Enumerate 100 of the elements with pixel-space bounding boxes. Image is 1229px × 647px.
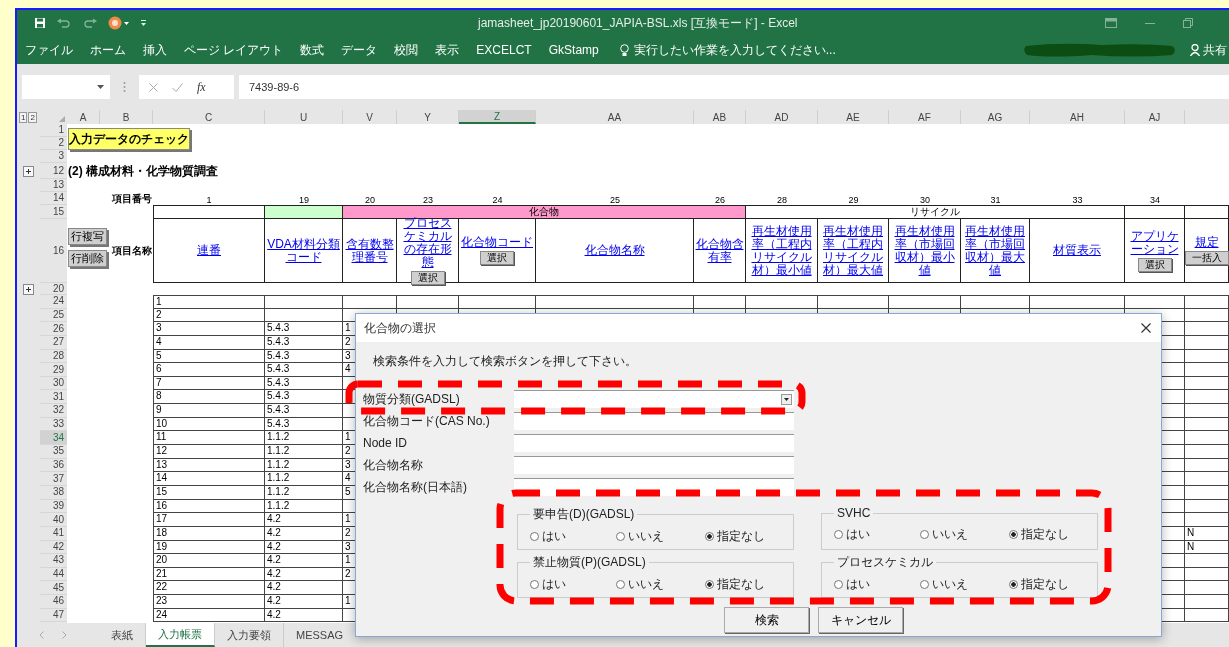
row-header[interactable]: 34 [40, 431, 67, 446]
row-header[interactable]: 40 [40, 513, 67, 527]
share-button[interactable]: 共有 [1203, 41, 1227, 59]
restore-icon[interactable] [1183, 18, 1193, 28]
radio-option[interactable]: 指定なし [1009, 575, 1097, 593]
row-header[interactable]: 27 [40, 335, 67, 350]
row-header[interactable]: 12 [40, 163, 67, 179]
insert-function-button[interactable]: fx [197, 79, 206, 95]
column-header[interactable]: AB [694, 110, 746, 124]
radio-circle[interactable] [530, 531, 539, 541]
header-link[interactable]: 再生材使用率（工程内リサイクル材）最小値 [747, 224, 816, 277]
row-header[interactable]: 24 [40, 295, 67, 309]
radio-circle[interactable] [834, 530, 843, 539]
radio-circle[interactable] [616, 579, 625, 589]
radio-option[interactable]: はい [834, 575, 920, 593]
row-header[interactable]: 41 [40, 526, 67, 541]
dialog-button[interactable]: キャンセル [818, 607, 903, 633]
outline-level-button[interactable]: 1 [19, 111, 28, 123]
sheet-tab[interactable]: 入力要領 [215, 623, 284, 647]
select-button[interactable]: 一括入 [1184, 251, 1229, 265]
header-link[interactable]: 再生材使用率（市場回収材）最小値 [890, 224, 959, 277]
row-header[interactable]: 15 [40, 205, 67, 219]
column-header[interactable]: AD [746, 110, 818, 124]
radio-option[interactable]: いいえ [920, 526, 1009, 543]
row-header[interactable]: 29 [40, 363, 67, 377]
row-header[interactable]: 26 [40, 322, 67, 336]
tell-me-field[interactable]: 実行したい作業を入力してください... [633, 41, 836, 59]
cancel-icon[interactable] [149, 82, 158, 92]
dropdown-field[interactable] [514, 390, 794, 408]
radio-circle[interactable] [616, 531, 625, 541]
row-header[interactable]: 47 [40, 608, 67, 623]
row-header[interactable]: 25 [40, 308, 67, 323]
next-sheet-icon[interactable] [62, 631, 67, 639]
row-header[interactable]: 39 [40, 499, 67, 514]
row-header[interactable]: 2 [40, 137, 67, 150]
row-header[interactable]: 44 [40, 567, 67, 582]
header-link[interactable]: 化合物コード [461, 236, 533, 249]
ribbon-tab[interactable]: 数式 [300, 41, 325, 59]
ribbon-tab[interactable]: 挿入 [143, 41, 167, 59]
row-action-button[interactable]: 行複写 [68, 228, 107, 245]
radio-circle[interactable] [920, 579, 929, 589]
radio-circle[interactable] [920, 530, 929, 539]
header-link[interactable]: 化合物名称 [584, 244, 645, 257]
row-header[interactable]: 30 [40, 376, 67, 391]
header-link[interactable]: 再生材使用率（工程内リサイクル材）最大値 [819, 224, 887, 277]
row-header[interactable]: 42 [40, 540, 67, 555]
ribbon-tab[interactable]: GkStamp [548, 43, 599, 57]
row-header[interactable]: 38 [40, 485, 67, 500]
radio-option[interactable]: 指定なし [1009, 526, 1097, 543]
row-header[interactable]: 13 [40, 179, 67, 192]
ribbon-tab[interactable]: 校閲 [394, 41, 419, 59]
ribbon-tab[interactable]: データ [341, 41, 378, 59]
radio-option[interactable]: いいえ [920, 575, 1009, 593]
radio-circle[interactable] [1009, 579, 1018, 589]
row-header[interactable]: 3 [40, 150, 67, 163]
row-header[interactable]: 31 [40, 390, 67, 405]
radio-option[interactable]: 指定なし [705, 527, 793, 545]
check-data-button[interactable]: 入力データのチェック [68, 128, 190, 150]
sheet-tab[interactable]: 入力帳票 [146, 623, 215, 647]
radio-circle[interactable] [530, 579, 539, 589]
ribbon-tab[interactable]: ホーム [90, 41, 126, 59]
radio-option[interactable]: はい [834, 526, 920, 543]
column-header[interactable]: AA [536, 110, 694, 124]
radio-option[interactable]: いいえ [616, 575, 705, 593]
select-button[interactable]: 選択 [1137, 257, 1172, 272]
sheet-tab[interactable]: MESSAG [284, 623, 344, 647]
column-header[interactable]: C [153, 110, 265, 124]
input-field[interactable] [514, 434, 794, 452]
row-header[interactable]: 1 [40, 124, 67, 137]
radio-circle[interactable] [834, 579, 843, 589]
header-link[interactable]: VDA材料分類コード [266, 237, 341, 264]
radio-circle[interactable] [705, 579, 714, 589]
header-link[interactable]: 材質表示 [1053, 244, 1101, 257]
select-all-icon[interactable] [59, 116, 65, 122]
column-header[interactable]: V [343, 110, 397, 124]
row-header[interactable]: 37 [40, 472, 67, 486]
row-header[interactable]: 45 [40, 581, 67, 596]
column-header[interactable]: AG [961, 110, 1030, 124]
radio-circle[interactable] [705, 531, 714, 541]
outline-level-button[interactable]: 2 [28, 111, 37, 123]
header-link[interactable]: 再生材使用率（市場回収材）最大値 [962, 224, 1028, 277]
header-link[interactable]: プロセスケミカルの存在形態 [398, 216, 457, 269]
column-header[interactable]: A [67, 110, 100, 124]
select-button[interactable]: 選択 [480, 251, 514, 265]
header-link[interactable]: 化合物含有率 [695, 237, 744, 264]
column-header[interactable]: AE [818, 110, 889, 124]
header-link[interactable]: 規定 [1194, 236, 1219, 249]
header-link[interactable]: 含有数整理番号 [344, 237, 395, 264]
column-header[interactable]: AH [1030, 110, 1125, 124]
ribbon-tab[interactable]: 表示 [435, 41, 460, 59]
expand-plus-icon[interactable] [23, 165, 34, 177]
previous-sheet-icon[interactable] [39, 631, 44, 639]
row-header[interactable]: 32 [40, 404, 67, 418]
column-header[interactable]: AF [889, 110, 961, 124]
radio-option[interactable]: はい [530, 527, 616, 545]
ribbon-tab[interactable]: ファイル [25, 41, 73, 59]
row-header[interactable]: 35 [40, 445, 67, 459]
radio-option[interactable]: いいえ [616, 527, 705, 545]
column-header[interactable]: Z [459, 110, 536, 124]
row-header[interactable]: 20 [40, 283, 67, 295]
